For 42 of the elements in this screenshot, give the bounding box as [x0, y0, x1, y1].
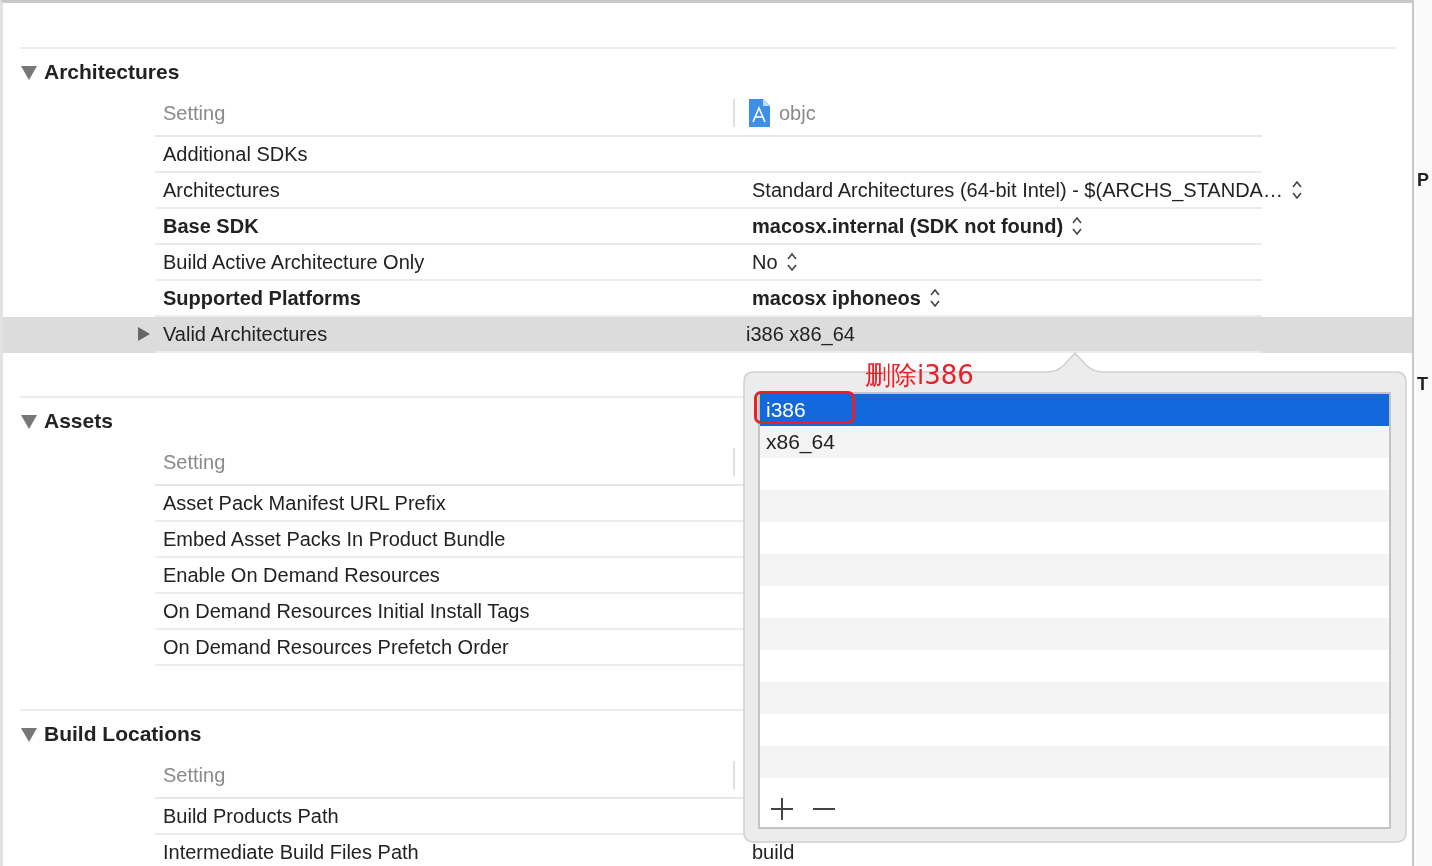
- stepper-icon[interactable]: [928, 288, 941, 308]
- column-header: Setting: [162, 101, 227, 125]
- section-title: Architectures: [44, 59, 180, 84]
- setting-name: Supported Platforms: [162, 286, 362, 310]
- setting-name: Intermediate Build Files Path: [162, 840, 420, 864]
- setting-value[interactable]: macosx iphoneos: [752, 286, 921, 310]
- list-item[interactable]: i386: [760, 394, 1389, 426]
- setting-name: Asset Pack Manifest URL Prefix: [162, 491, 447, 515]
- target-name: objc: [779, 101, 816, 125]
- setting-value[interactable]: Standard Architectures (64-bit Intel) - $(ARCHS_STANDA…: [752, 178, 1283, 202]
- annotation-text: 删除i386: [865, 359, 974, 392]
- setting-name: Additional SDKs: [162, 142, 309, 166]
- add-icon[interactable]: [770, 797, 794, 821]
- section-title: Build Locations: [44, 721, 202, 746]
- setting-value[interactable]: No: [752, 250, 778, 274]
- setting-row[interactable]: Build Active Architecture Only No: [3, 245, 1412, 281]
- stepper-icon[interactable]: [785, 252, 798, 272]
- setting-name: Build Products Path: [162, 804, 340, 828]
- setting-name: Enable On Demand Resources: [162, 563, 441, 587]
- inspector-text: T: [1417, 373, 1429, 395]
- setting-name: On Demand Resources Prefetch Order: [162, 635, 510, 659]
- stepper-icon[interactable]: [1071, 216, 1084, 236]
- setting-value: build: [752, 840, 795, 864]
- project-file-icon: [747, 98, 771, 128]
- disclosure-triangle-icon[interactable]: [137, 326, 151, 342]
- setting-name: On Demand Resources Initial Install Tags: [162, 599, 531, 623]
- setting-name: Architectures: [162, 178, 281, 202]
- section-title: Assets: [44, 408, 113, 433]
- setting-value: i386 x86_64: [746, 322, 855, 346]
- setting-name: Embed Asset Packs In Product Bundle: [162, 527, 507, 551]
- column-header: Setting: [162, 763, 227, 787]
- setting-value[interactable]: macosx.internal (SDK not found): [752, 214, 1064, 238]
- setting-name: Base SDK: [162, 214, 260, 238]
- stepper-icon[interactable]: [1290, 180, 1303, 200]
- column-header: Setting: [162, 450, 227, 474]
- setting-name: Build Active Architecture Only: [162, 250, 426, 274]
- list-item[interactable]: x86_64: [760, 426, 1389, 458]
- setting-row[interactable]: Valid Architectures i386 x86_64: [3, 317, 1412, 353]
- setting-row[interactable]: Base SDK macosx.internal (SDK not found): [3, 209, 1412, 245]
- inspector-text: P: [1417, 169, 1430, 191]
- setting-row[interactable]: Additional SDKs: [3, 137, 1412, 173]
- setting-row[interactable]: Architectures Standard Architectures (64-bit Intel) - $(ARCHS_STANDA…: [3, 173, 1412, 209]
